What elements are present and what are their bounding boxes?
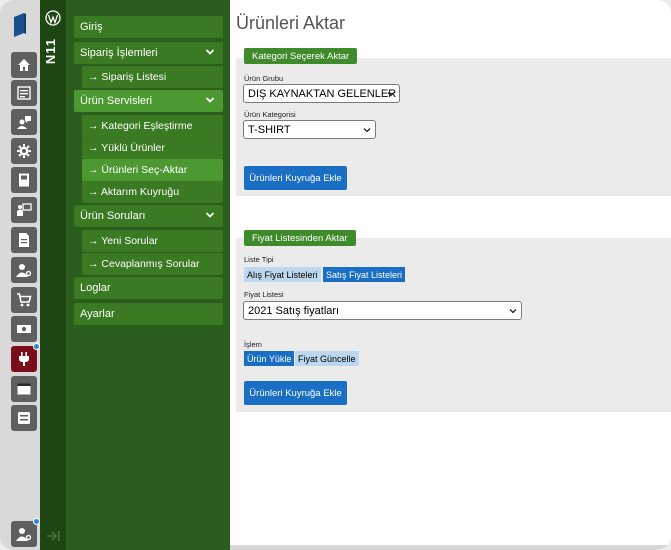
nav-item-label: Sipariş İşlemleri — [80, 47, 158, 59]
nav-item-label: Ayarlar — [80, 308, 115, 320]
nav-item-label: → Ürünleri Seç-Aktar — [88, 164, 188, 176]
product-group-value: DIŞ KAYNAKTAN GELENLER — [248, 87, 397, 100]
product-category-label: Ürün Kategorisi — [244, 110, 296, 119]
chevron-down-icon — [205, 212, 215, 218]
main-content: Ürünleri Aktar Kategori Seçerek Aktar Ür… — [230, 0, 671, 550]
notification-dot — [33, 518, 40, 525]
page-title: Ürünleri Aktar — [236, 13, 346, 33]
nav-item-new-questions[interactable]: → Yeni Sorular — [82, 230, 223, 252]
product-category-select[interactable]: T-SHIRT — [243, 120, 376, 139]
list-type-sales-option[interactable]: Satış Fiyat Listeleri — [323, 267, 406, 282]
nav-item-home[interactable]: Giriş — [74, 16, 223, 38]
nav-item-label: Loglar — [80, 282, 111, 294]
brand-strip: N11 — [40, 0, 66, 550]
nav-item-settings[interactable]: Ayarlar — [74, 303, 223, 325]
nav-item-label: → Yüklü Ürünler — [88, 142, 165, 154]
gear-icon[interactable] — [11, 138, 37, 164]
app-window: N11 Giriş Sipariş İşlemleri → Sipariş Li… — [0, 0, 671, 550]
price-panel-tag: Fiyat Listesinden Aktar — [244, 230, 356, 246]
sidebar-nav: Giriş Sipariş İşlemleri → Sipariş Listes… — [66, 0, 230, 550]
brand-label: N11 — [43, 38, 58, 65]
collapse-sidebar-icon[interactable] — [46, 530, 60, 542]
add-to-queue-button[interactable]: Ürünleri Kuyruğa Ekle — [244, 381, 347, 405]
nav-item-answered-questions[interactable]: → Cevaplanmış Sorular — [82, 253, 223, 275]
home-icon[interactable] — [11, 52, 37, 78]
window-icon[interactable] — [11, 376, 37, 402]
category-panel-tag: Kategori Seçerek Aktar — [244, 48, 358, 64]
price-list-select[interactable]: 2021 Satış fiyatları — [243, 301, 522, 320]
user-settings-icon[interactable] — [11, 257, 37, 283]
money-icon[interactable] — [11, 316, 37, 342]
chevron-down-icon — [509, 309, 517, 314]
list-icon[interactable] — [11, 80, 37, 106]
nav-item-category-match[interactable]: → Kategori Eşleştirme — [82, 115, 223, 137]
product-category-value: T-SHIRT — [248, 123, 291, 136]
nav-item-label: Ürün Servisleri — [80, 95, 153, 107]
operation-upload-option[interactable]: Ürün Yükle — [244, 351, 295, 366]
chevron-down-icon — [387, 92, 395, 97]
wordpress-icon[interactable] — [45, 10, 61, 26]
notification-dot — [33, 343, 40, 350]
nav-item-label: Giriş — [80, 21, 103, 33]
book-logo-icon[interactable] — [12, 12, 28, 38]
nav-item-label: → Kategori Eşleştirme — [88, 120, 193, 132]
nav-item-product-services[interactable]: Ürün Servisleri — [74, 90, 223, 112]
price-list-label: Fiyat Listesi — [244, 290, 284, 299]
book-icon[interactable] — [11, 167, 37, 193]
nav-item-loaded-products[interactable]: → Yüklü Ürünler — [82, 137, 223, 159]
nav-item-label: Ürün Soruları — [80, 210, 146, 222]
nav-item-label: → Aktarım Kuyruğu — [88, 186, 180, 198]
presenter-icon[interactable] — [11, 197, 37, 223]
nav-item-label: → Cevaplanmış Sorular — [88, 258, 200, 270]
nav-item-export-queue[interactable]: → Aktarım Kuyruğu — [82, 181, 223, 203]
chevron-down-icon — [363, 128, 371, 133]
nav-item-select-export[interactable]: → Ürünleri Seç-Aktar — [82, 159, 223, 181]
nav-item-label: → Yeni Sorular — [88, 235, 159, 247]
icon-rail — [0, 0, 40, 550]
settings-list-icon[interactable] — [11, 405, 37, 431]
product-group-label: Ürün Grubu — [244, 74, 284, 83]
nav-item-order-list[interactable]: → Sipariş Listesi — [82, 66, 223, 88]
nav-item-label: → Sipariş Listesi — [88, 71, 167, 83]
operation-label: İşlem — [244, 340, 262, 349]
nav-item-logs[interactable]: Loglar — [74, 277, 223, 299]
user-chat-icon[interactable] — [11, 109, 37, 135]
window-bottom-edge — [230, 545, 671, 550]
account-settings-icon[interactable] — [11, 518, 40, 547]
product-group-select[interactable]: DIŞ KAYNAKTAN GELENLER — [243, 84, 400, 103]
add-to-queue-button[interactable]: Ürünleri Kuyruğa Ekle — [244, 166, 347, 190]
nav-item-product-questions[interactable]: Ürün Soruları — [74, 205, 223, 227]
operation-update-price-option[interactable]: Fiyat Güncelle — [295, 351, 359, 366]
list-type-purchase-option[interactable]: Alış Fiyat Listeleri — [244, 267, 321, 282]
nav-item-orders[interactable]: Sipariş İşlemleri — [74, 42, 223, 64]
plug-icon[interactable] — [11, 343, 40, 372]
cart-icon[interactable] — [11, 287, 37, 313]
chevron-down-icon — [205, 49, 215, 55]
list-type-label: Liste Tipi — [244, 255, 274, 264]
chevron-down-icon — [205, 97, 215, 103]
document-icon[interactable] — [11, 227, 37, 253]
price-list-value: 2021 Satış fiyatları — [248, 304, 340, 317]
